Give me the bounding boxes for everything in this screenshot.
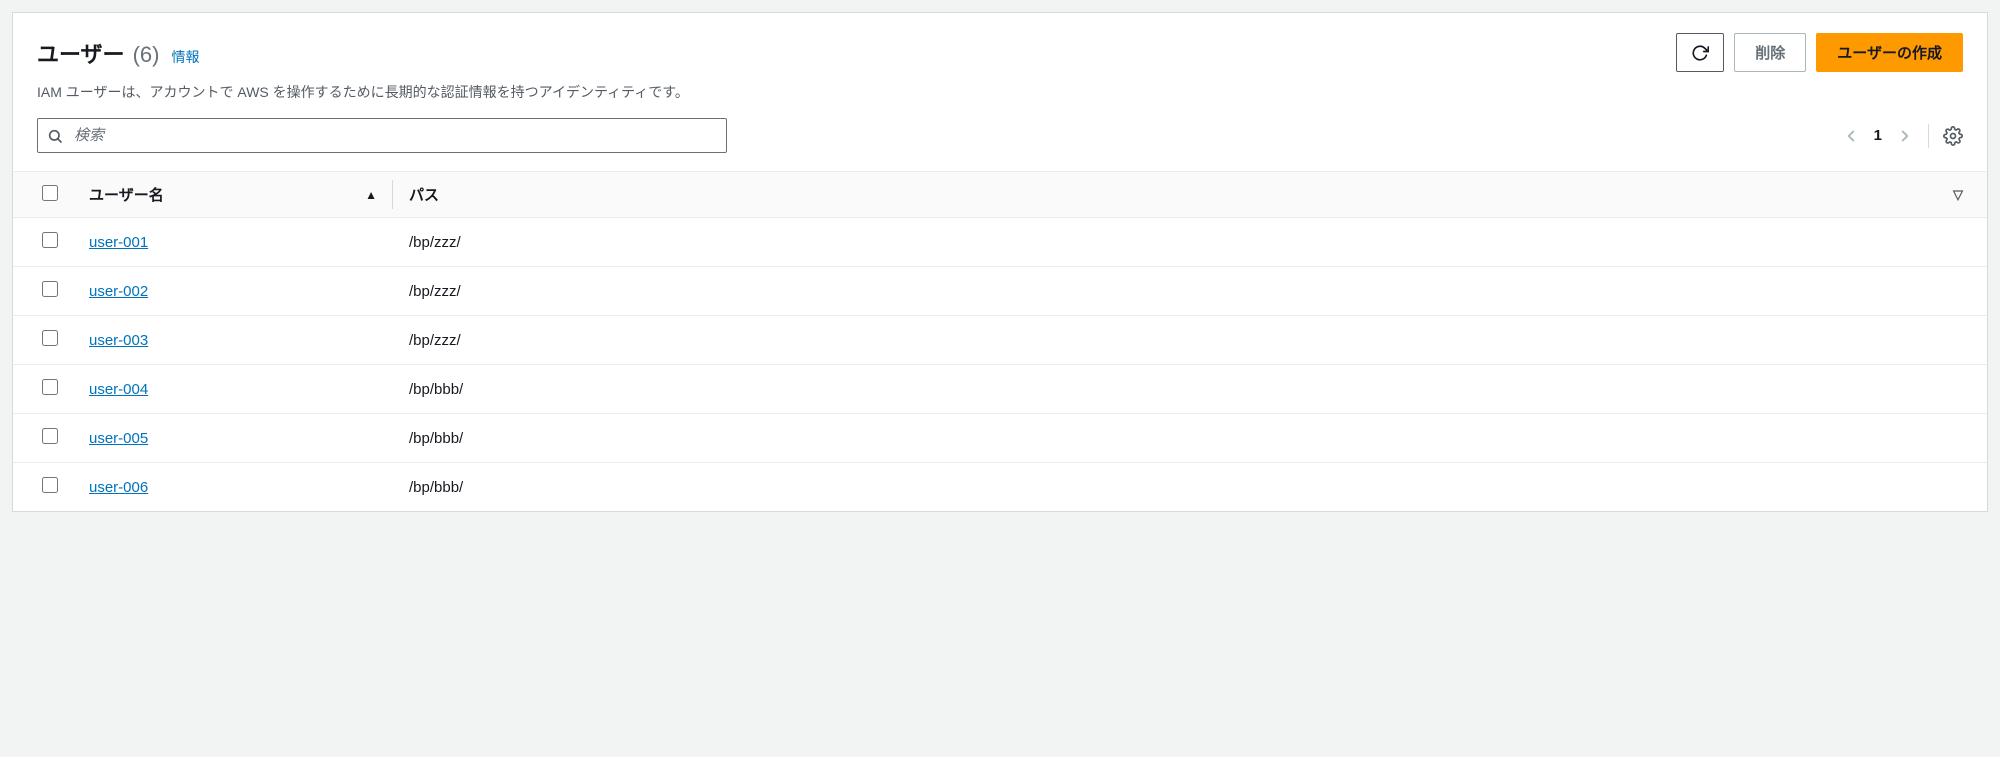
table-row: user-006 /bp/bbb/ bbox=[13, 463, 1987, 512]
refresh-button[interactable] bbox=[1676, 33, 1724, 72]
username-link[interactable]: user-001 bbox=[89, 234, 148, 251]
column-expand[interactable]: ▽ bbox=[1937, 172, 1987, 218]
toolbar: 1 bbox=[13, 118, 1987, 171]
users-panel: ユーザー (6) 情報 削除 ユーザーの作成 IAM ユーザーは、アカウントで … bbox=[12, 12, 1988, 512]
user-count: (6) bbox=[133, 42, 160, 68]
search-icon bbox=[47, 128, 63, 144]
column-username-label: ユーザー名 bbox=[89, 184, 164, 205]
delete-button[interactable]: 削除 bbox=[1734, 33, 1806, 72]
row-checkbox[interactable] bbox=[42, 477, 58, 493]
search-wrap bbox=[37, 118, 727, 153]
path-cell: /bp/bbb/ bbox=[393, 414, 1987, 463]
create-user-button[interactable]: ユーザーの作成 bbox=[1816, 33, 1963, 72]
path-cell: /bp/bbb/ bbox=[393, 365, 1987, 414]
panel-header: ユーザー (6) 情報 削除 ユーザーの作成 IAM ユーザーは、アカウントで … bbox=[13, 13, 1987, 118]
username-link[interactable]: user-002 bbox=[89, 283, 148, 300]
page-number: 1 bbox=[1874, 127, 1882, 144]
path-cell: /bp/zzz/ bbox=[393, 316, 1987, 365]
path-cell: /bp/zzz/ bbox=[393, 267, 1987, 316]
title-group: ユーザー (6) 情報 bbox=[37, 37, 199, 69]
select-all-checkbox[interactable] bbox=[42, 185, 58, 201]
divider bbox=[1928, 124, 1929, 148]
table-row: user-001 /bp/zzz/ bbox=[13, 218, 1987, 267]
row-checkbox[interactable] bbox=[42, 281, 58, 297]
prev-page-icon[interactable] bbox=[1842, 127, 1860, 145]
info-link[interactable]: 情報 bbox=[171, 47, 199, 67]
pagination: 1 bbox=[1842, 127, 1914, 145]
username-link[interactable]: user-005 bbox=[89, 430, 148, 447]
right-tools: 1 bbox=[1842, 124, 1963, 148]
row-checkbox[interactable] bbox=[42, 379, 58, 395]
gear-icon[interactable] bbox=[1943, 126, 1963, 146]
page-title: ユーザー bbox=[37, 37, 125, 69]
users-table: ユーザー名 ▲ パス ▽ user-001 /bp/zzz/ bbox=[13, 171, 1987, 511]
username-link[interactable]: user-006 bbox=[89, 479, 148, 496]
column-path-label: パス bbox=[409, 187, 439, 204]
row-checkbox[interactable] bbox=[42, 330, 58, 346]
sort-asc-icon: ▲ bbox=[365, 188, 377, 202]
username-link[interactable]: user-004 bbox=[89, 381, 148, 398]
column-path[interactable]: パス bbox=[393, 172, 1937, 218]
refresh-icon bbox=[1691, 44, 1709, 62]
header-actions: 削除 ユーザーの作成 bbox=[1676, 33, 1963, 72]
panel-description: IAM ユーザーは、アカウントで AWS を操作するために長期的な認証情報を持つ… bbox=[37, 82, 1963, 102]
select-all-header bbox=[13, 172, 73, 218]
search-input[interactable] bbox=[37, 118, 727, 153]
table-row: user-004 /bp/bbb/ bbox=[13, 365, 1987, 414]
path-cell: /bp/zzz/ bbox=[393, 218, 1987, 267]
column-username[interactable]: ユーザー名 ▲ bbox=[73, 172, 393, 218]
table-row: user-005 /bp/bbb/ bbox=[13, 414, 1987, 463]
chevron-down-icon: ▽ bbox=[1953, 187, 1963, 202]
table-header-row: ユーザー名 ▲ パス ▽ bbox=[13, 172, 1987, 218]
path-cell: /bp/bbb/ bbox=[393, 463, 1987, 512]
next-page-icon[interactable] bbox=[1896, 127, 1914, 145]
username-link[interactable]: user-003 bbox=[89, 332, 148, 349]
row-checkbox[interactable] bbox=[42, 232, 58, 248]
table-row: user-003 /bp/zzz/ bbox=[13, 316, 1987, 365]
row-checkbox[interactable] bbox=[42, 428, 58, 444]
table-row: user-002 /bp/zzz/ bbox=[13, 267, 1987, 316]
